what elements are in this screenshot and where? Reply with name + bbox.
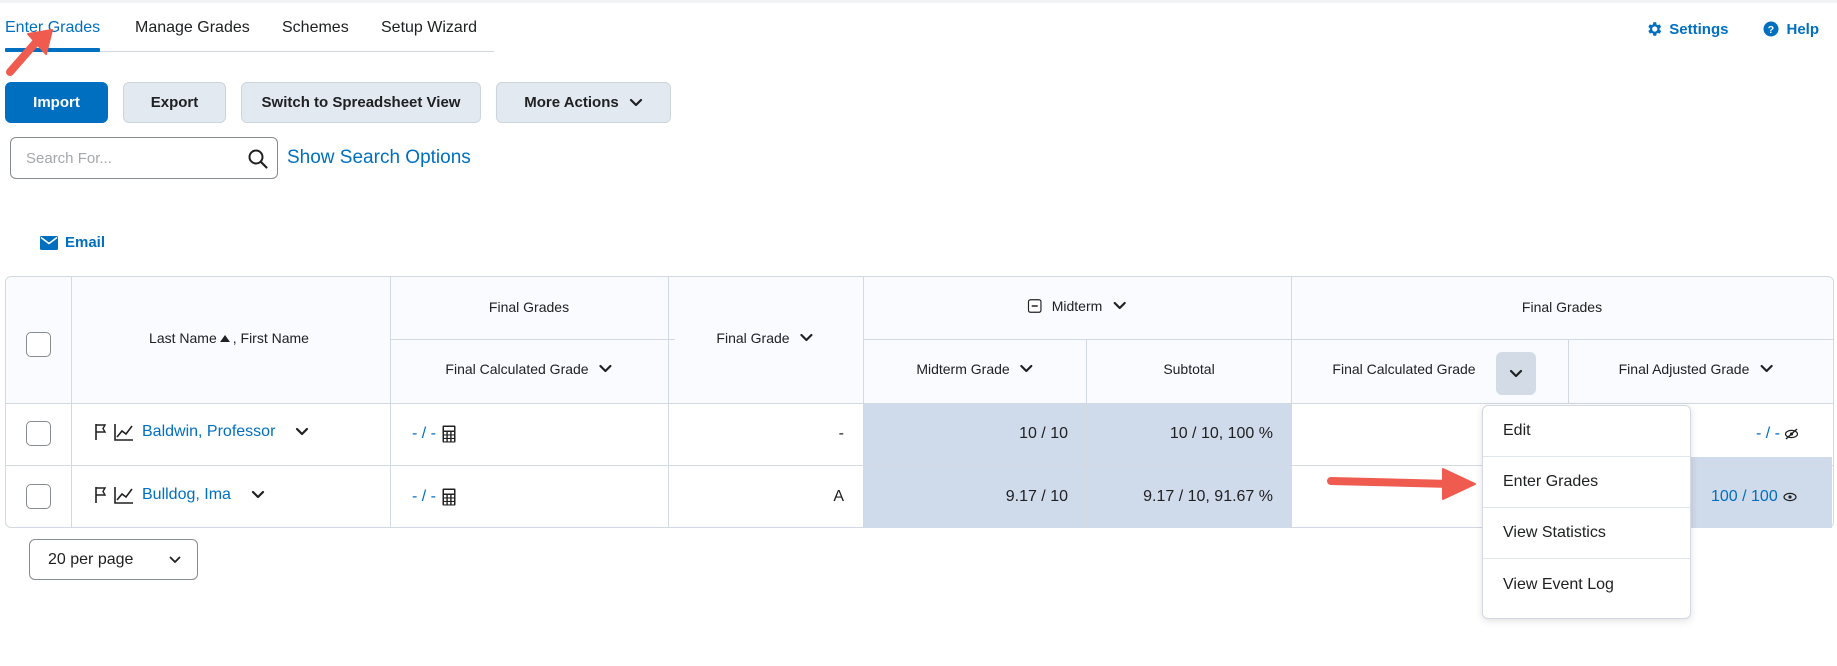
chevron-down-icon <box>1509 369 1523 377</box>
chevron-down-icon <box>169 556 181 563</box>
header-label: Midterm <box>1051 298 1103 314</box>
export-button[interactable]: Export <box>123 82 226 123</box>
spreadsheet-view-button[interactable]: Switch to Spreadsheet View <box>241 82 481 123</box>
calc-grade-value[interactable]: - / - <box>412 488 436 506</box>
annotation-arrow-icon <box>1327 468 1476 500</box>
search-box <box>10 137 278 179</box>
top-links: Settings ? Help <box>1645 20 1819 38</box>
menu-item-enter-grades[interactable]: Enter Grades <box>1483 457 1690 508</box>
header-final-adjusted-grade[interactable]: Final Adjusted Grade <box>1619 361 1774 377</box>
chevron-down-icon[interactable] <box>1112 301 1126 311</box>
chevron-down-icon[interactable] <box>295 427 309 437</box>
show-search-options-link[interactable]: Show Search Options <box>287 147 471 169</box>
settings-link[interactable]: Settings <box>1645 20 1728 38</box>
row-checkbox[interactable] <box>26 421 51 446</box>
menu-item-view-event-log[interactable]: View Event Log <box>1483 559 1690 610</box>
header-midterm-group[interactable]: Midterm <box>1027 298 1127 314</box>
search-icon[interactable] <box>247 148 269 170</box>
tab-schemes[interactable]: Schemes <box>282 19 349 37</box>
eye-icon <box>1783 492 1797 502</box>
header-label: Final Adjusted Grade <box>1618 361 1750 377</box>
collapse-icon[interactable] <box>1027 299 1042 313</box>
flag-icon[interactable] <box>94 423 108 441</box>
chevron-down-icon[interactable] <box>599 364 613 374</box>
subtotal-value: 10 / 10, 100 % <box>1169 425 1273 442</box>
per-page-value: 20 per page <box>48 550 134 568</box>
calc-grade-value[interactable]: - / - <box>412 425 436 443</box>
table-row: Bulldog, Ima <box>94 486 265 504</box>
email-label: Email <box>65 234 106 251</box>
header-final-grades-group-1: Final Grades <box>488 299 570 315</box>
table-row: Baldwin, Professor <box>94 423 309 441</box>
final-grade-value: A <box>833 488 844 505</box>
annotation-arrow-icon <box>6 29 53 76</box>
header-final-grades-group-2: Final Grades <box>1521 299 1603 315</box>
tab-setup-wizard[interactable]: Setup Wizard <box>381 19 477 37</box>
column-context-menu: Edit Enter Grades View Statistics View E… <box>1482 405 1691 619</box>
flag-icon[interactable] <box>94 486 108 504</box>
calculator-icon <box>442 425 456 443</box>
import-button[interactable]: Import <box>5 82 108 123</box>
header-first-name: , First Name <box>232 330 309 346</box>
tab-manage-grades[interactable]: Manage Grades <box>135 19 250 37</box>
menu-item-edit[interactable]: Edit <box>1483 406 1690 457</box>
tab-bar: Enter Grades Manage Grades Schemes Setup… <box>5 10 494 52</box>
header-subtotal: Subtotal <box>1163 361 1215 377</box>
header-final-calculated-grade-2[interactable]: Final Calculated Grade <box>1332 361 1475 377</box>
per-page-select[interactable]: 20 per page <box>29 539 198 580</box>
chart-line-icon[interactable] <box>114 486 134 504</box>
adjusted-grade-value[interactable]: 100 / 100 <box>1711 488 1778 506</box>
more-actions-button[interactable]: More Actions <box>496 82 671 123</box>
final-grade-value: - <box>838 425 844 442</box>
row-checkbox[interactable] <box>26 484 51 509</box>
header-label: Midterm Grade <box>916 361 1010 377</box>
header-midterm-grade[interactable]: Midterm Grade <box>916 361 1033 377</box>
calc-grade-cell: - / - <box>412 425 456 443</box>
calculator-icon <box>442 488 456 506</box>
chevron-down-icon[interactable] <box>1759 364 1773 374</box>
header-final-grade[interactable]: Final Grade <box>716 330 813 346</box>
help-label: Help <box>1786 20 1819 38</box>
settings-label: Settings <box>1669 20 1729 38</box>
student-name-link[interactable]: Baldwin, Professor <box>142 423 275 441</box>
eye-slash-icon <box>1784 428 1799 440</box>
sort-ascending-icon <box>219 335 230 342</box>
header-label: Final Grade <box>716 330 790 346</box>
help-link[interactable]: ? Help <box>1762 20 1819 38</box>
chevron-down-icon[interactable] <box>800 333 814 343</box>
top-border <box>0 0 1837 3</box>
header-name[interactable]: Last Name , First Name <box>149 330 309 346</box>
header-final-calculated-grade-1[interactable]: Final Calculated Grade <box>445 361 612 377</box>
envelope-icon <box>40 235 58 250</box>
chevron-down-icon[interactable] <box>251 490 265 500</box>
midterm-grade-value: 9.17 / 10 <box>1005 488 1068 505</box>
adjusted-grade-cell: - / - <box>1756 425 1799 443</box>
adjusted-grade-value[interactable]: - / - <box>1756 425 1780 443</box>
more-actions-label: More Actions <box>524 94 619 111</box>
midterm-grade-value: 10 / 10 <box>1019 425 1068 442</box>
menu-item-view-statistics[interactable]: View Statistics <box>1483 508 1690 559</box>
chevron-down-icon[interactable] <box>1020 364 1034 374</box>
svg-text:?: ? <box>1768 24 1774 36</box>
calc-grade-cell: - / - <box>412 488 456 506</box>
chevron-down-icon <box>629 98 642 106</box>
column-menu-button[interactable] <box>1496 352 1536 395</box>
help-icon: ? <box>1763 21 1779 37</box>
search-input[interactable] <box>12 139 237 177</box>
gear-icon <box>1648 22 1662 36</box>
header-label: Final Calculated Grade <box>445 361 589 377</box>
student-name-link[interactable]: Bulldog, Ima <box>142 486 231 504</box>
email-button[interactable]: Email <box>40 234 105 251</box>
subtotal-value: 9.17 / 10, 91.67 % <box>1143 488 1273 505</box>
header-last-name: Last Name <box>149 330 217 346</box>
chart-line-icon[interactable] <box>114 423 134 441</box>
adjusted-grade-cell: 100 / 100 <box>1711 488 1797 506</box>
midterm-highlight <box>863 404 1291 528</box>
select-all-checkbox[interactable] <box>26 332 51 357</box>
